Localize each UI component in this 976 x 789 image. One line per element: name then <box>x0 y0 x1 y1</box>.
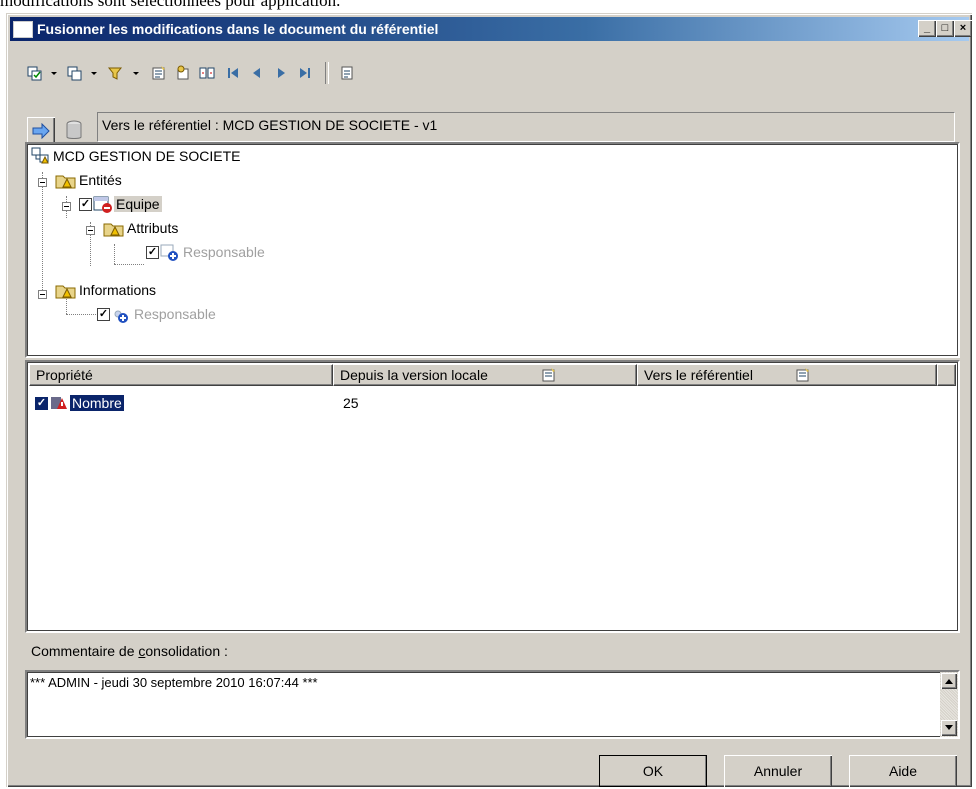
close-button[interactable]: × <box>954 20 972 37</box>
filter-icon[interactable] <box>107 62 145 84</box>
properties-icon[interactable] <box>149 62 169 84</box>
column-header-filler <box>937 364 956 386</box>
merge-direction-button[interactable] <box>27 117 55 145</box>
tree-node-label: MCD GESTION DE SOCIETE <box>53 148 241 164</box>
maximize-button[interactable]: □ <box>936 20 954 37</box>
include-checkbox[interactable]: ✓ <box>146 245 159 259</box>
first-icon[interactable] <box>223 62 243 84</box>
information-add-icon <box>114 310 128 323</box>
tree-node-attributs[interactable]: Attributs <box>103 218 180 238</box>
ok-button[interactable]: OK <box>599 755 707 787</box>
window-title: Fusionner les modifications dans le docu… <box>37 21 439 37</box>
tree-node-root[interactable]: MCD GESTION DE SOCIETE <box>31 146 242 166</box>
previous-icon[interactable] <box>247 62 267 84</box>
tree-node-label: Responsable <box>183 244 265 260</box>
property-conflict-icon <box>51 397 67 409</box>
column-header-local[interactable]: Depuis la version locale <box>333 364 637 386</box>
model-icon <box>31 147 49 164</box>
include-checkbox[interactable]: ✓ <box>97 307 110 321</box>
select-all-icon[interactable] <box>27 62 63 84</box>
properties-grid: Propriété Depuis la version locale Vers … <box>25 360 960 633</box>
app-icon <box>13 21 33 38</box>
tree-node-entities[interactable]: Entités <box>55 170 124 190</box>
tree-node-responsable-attribute[interactable]: ✓ Responsable <box>146 242 267 262</box>
comment-text: *** ADMIN - jeudi 30 septembre 2010 16:0… <box>30 675 318 690</box>
tree-connector <box>114 264 144 265</box>
tree-node-label: Equipe <box>114 196 162 212</box>
compare-icon[interactable] <box>197 62 217 84</box>
tree-node-label: Attributs <box>127 220 179 236</box>
folder-warning-icon <box>55 285 76 299</box>
tree-node-label: Entités <box>79 172 122 188</box>
collapse-toggle[interactable] <box>38 178 47 187</box>
target-repository-field: Vers le référentiel : MCD GESTION DE SOC… <box>97 112 955 142</box>
attribute-add-icon <box>160 244 178 261</box>
scroll-down-button[interactable] <box>941 720 957 736</box>
last-icon[interactable] <box>295 62 315 84</box>
folder-warning-icon <box>55 175 76 189</box>
tree-node-informations[interactable]: Informations <box>55 280 158 300</box>
collapse-toggle[interactable] <box>62 202 71 211</box>
report-icon[interactable] <box>337 62 357 84</box>
find-icon[interactable] <box>173 62 193 84</box>
tree-connector <box>42 172 43 290</box>
table-row[interactable]: ✓ Nombre <box>35 394 125 412</box>
include-checkbox[interactable]: ✓ <box>79 197 92 211</box>
comment-label: Commentaire de consolidation : <box>31 643 228 659</box>
page-caption: modifications sont sélectionnées pour ap… <box>0 0 341 10</box>
local-value-cell: 25 <box>343 395 359 411</box>
tree-node-label: Responsable <box>134 306 216 322</box>
target-repository-label: Vers le référentiel : MCD GESTION DE SOC… <box>102 117 438 133</box>
help-button[interactable]: Aide <box>849 755 957 787</box>
merge-dialog: Fusionner les modifications dans le docu… <box>6 13 972 787</box>
tree-connector <box>114 244 115 264</box>
collapse-toggle[interactable] <box>38 290 47 299</box>
column-header-property[interactable]: Propriété <box>29 364 333 386</box>
next-icon[interactable] <box>271 62 291 84</box>
title-bar[interactable]: Fusionner les modifications dans le docu… <box>10 17 972 41</box>
tree-node-equipe[interactable]: ✓ Equipe <box>79 194 162 214</box>
properties-icon <box>796 368 809 382</box>
collapse-toggle[interactable] <box>86 226 95 235</box>
folder-warning-icon <box>103 223 124 237</box>
minimize-button[interactable]: _ <box>918 20 936 37</box>
cancel-button[interactable]: Annuler <box>724 755 832 787</box>
comment-textarea[interactable]: *** ADMIN - jeudi 30 septembre 2010 16:0… <box>25 670 960 739</box>
apply-checkbox[interactable]: ✓ <box>35 396 48 410</box>
scroll-up-button[interactable] <box>941 673 957 689</box>
toolbar-separator <box>325 62 329 84</box>
grid-header: Propriété Depuis la version locale Vers … <box>29 364 956 386</box>
changes-tree[interactable]: MCD GESTION DE SOCIETE Entités ✓ Equipe … <box>25 142 960 358</box>
entity-delete-icon <box>93 196 112 213</box>
deselect-icon[interactable] <box>67 62 103 84</box>
tree-node-label: Informations <box>79 282 157 298</box>
property-name-cell: Nombre <box>69 394 125 412</box>
arrow-right-icon <box>32 123 50 139</box>
properties-icon <box>542 368 555 382</box>
tree-connector <box>66 314 96 315</box>
vertical-scrollbar[interactable] <box>940 672 958 737</box>
tree-node-responsable-information[interactable]: ✓ Responsable <box>97 304 218 324</box>
column-header-repository[interactable]: Vers le référentiel <box>637 364 937 386</box>
